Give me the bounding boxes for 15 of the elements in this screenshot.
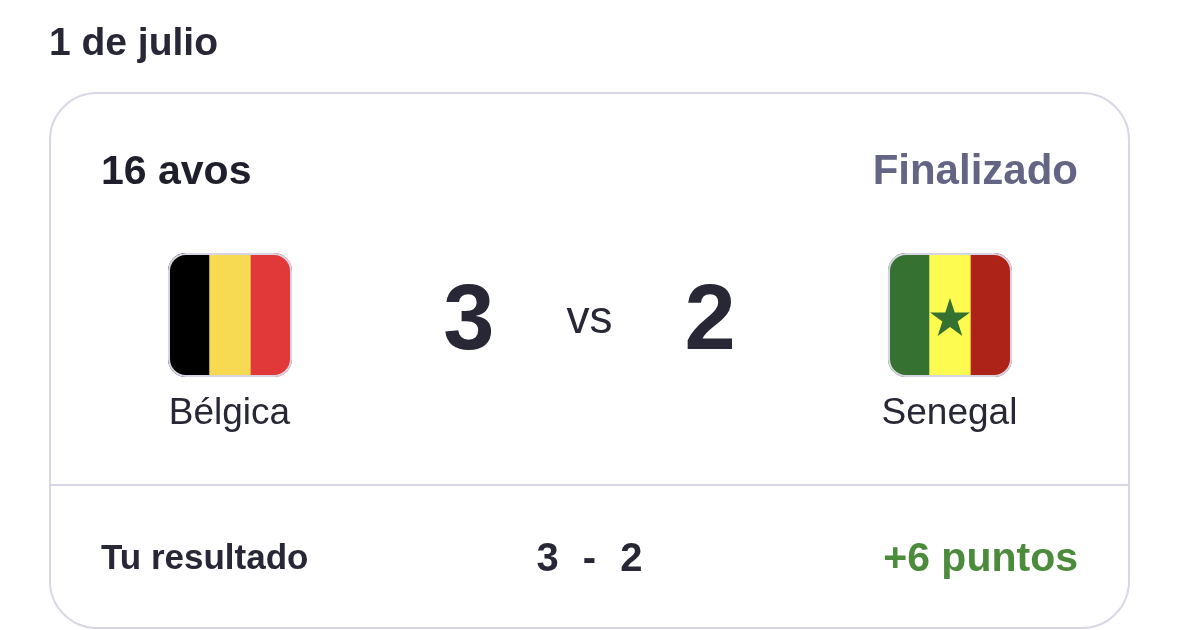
- prediction-label: Tu resultado: [101, 536, 309, 578]
- team-name: Senegal: [881, 390, 1018, 434]
- flag-icon: [167, 253, 292, 377]
- score-separator: -: [582, 534, 597, 581]
- date-heading: 1 de julio: [49, 19, 219, 65]
- team-score: 2: [684, 267, 736, 367]
- team-name: Bélgica: [168, 390, 291, 434]
- team-score: 3: [443, 267, 495, 367]
- match-status: Finalizado: [872, 146, 1078, 194]
- predicted-score: 3: [536, 534, 559, 581]
- flag-icon: [887, 253, 1012, 377]
- versus-label: vs: [566, 291, 613, 343]
- round-label: 16 avos: [101, 146, 252, 194]
- points-earned: +6 puntos: [883, 533, 1078, 581]
- predicted-score: 2: [620, 534, 643, 581]
